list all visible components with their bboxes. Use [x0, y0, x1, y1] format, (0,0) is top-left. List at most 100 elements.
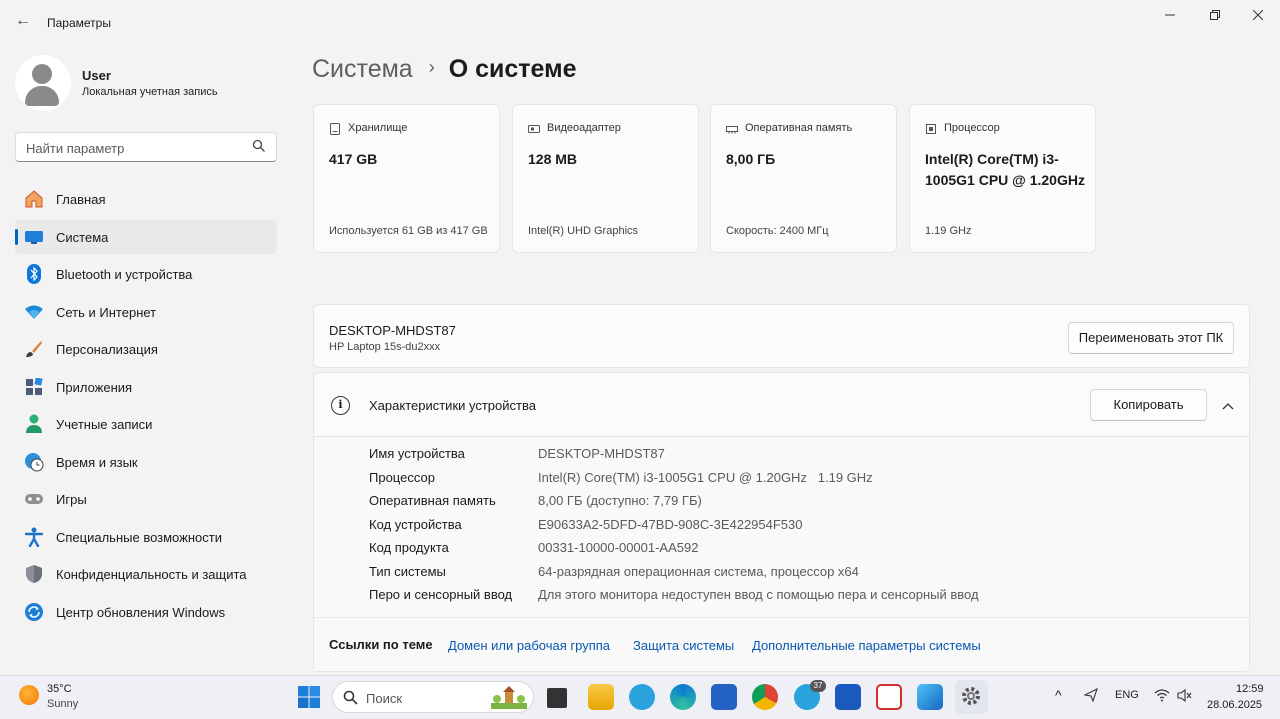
shield-icon	[24, 564, 44, 584]
title-bar: ← Параметры	[0, 0, 1280, 44]
card-value: 128 MB	[528, 151, 578, 167]
apps-icon	[24, 377, 44, 397]
sidebar-item-privacy[interactable]: Конфиденциальность и защита	[15, 557, 277, 591]
wifi-icon	[24, 302, 44, 322]
account-icon	[24, 414, 44, 434]
accessibility-icon	[24, 527, 44, 547]
back-arrow-icon[interactable]: ←	[14, 12, 32, 30]
card-title: Оперативная память	[745, 122, 853, 134]
breadcrumb: Система › О системе	[312, 55, 576, 89]
edge-icon[interactable]	[670, 684, 696, 710]
card-title: Видеоадаптер	[547, 122, 621, 134]
spec-label: Код продукта	[369, 540, 449, 555]
sidebar-item-accounts[interactable]: Учетные записи	[15, 407, 277, 441]
bluetooth-icon	[24, 264, 44, 284]
search-icon	[343, 690, 358, 705]
storage-icon	[330, 123, 340, 135]
weather-condition[interactable]: Sunny	[47, 698, 78, 710]
sidebar-item-network[interactable]: Сеть и Интернет	[15, 295, 277, 329]
card-subtitle: Скорость: 2400 МГц	[726, 225, 829, 237]
pdf-reader-icon[interactable]	[876, 684, 902, 710]
breadcrumb-parent[interactable]: Система	[312, 55, 413, 83]
device-specs-panel: i Характеристики устройства Копировать И…	[313, 372, 1250, 672]
sidebar-item-label: Приложения	[56, 379, 133, 395]
chevron-up-icon[interactable]: ^	[1055, 687, 1062, 703]
card-subtitle: Используется 61 GB из 417 GB	[329, 225, 488, 237]
photos-icon[interactable]	[917, 684, 943, 710]
sidebar-item-label: Персонализация	[56, 342, 158, 357]
sidebar-item-system[interactable]: Система	[15, 219, 277, 254]
sidebar-item-label: Центр обновления Windows	[56, 604, 226, 620]
globe-clock-icon	[24, 452, 44, 472]
word-icon[interactable]	[835, 684, 861, 710]
device-model: HP Laptop 15s-du2xxx	[329, 341, 441, 353]
spec-value: Для этого монитора недоступен ввод с пом…	[538, 587, 979, 602]
copy-button[interactable]: Копировать	[1090, 389, 1207, 421]
sidebar-item-label: Время и язык	[56, 454, 138, 470]
gear-icon	[962, 687, 980, 705]
user-name: User	[82, 68, 111, 83]
device-specs-title: Характеристики устройства	[369, 398, 536, 413]
spec-label: Оперативная память	[369, 493, 496, 508]
sidebar-item-time-language[interactable]: Время и язык	[15, 445, 277, 479]
gpu-card[interactable]: Видеоадаптер 128 MB Intel(R) UHD Graphic…	[512, 104, 699, 253]
spec-value: 00331-10000-00001-AA592	[538, 540, 699, 555]
restore-icon	[1210, 10, 1220, 20]
app-title: Параметры	[47, 16, 111, 30]
sidebar-item-label: Игры	[56, 492, 87, 507]
rename-pc-button[interactable]: Переименовать этот ПК	[1068, 322, 1234, 354]
wifi-icon[interactable]	[1154, 689, 1170, 702]
file-explorer-icon[interactable]	[588, 684, 614, 710]
sun-icon[interactable]	[19, 685, 39, 705]
gamepad-icon	[24, 489, 44, 509]
sidebar-item-label: Учетные записи	[56, 417, 153, 432]
monitor-icon	[24, 227, 44, 247]
clock-date[interactable]: 28.06.2025	[1207, 699, 1262, 711]
settings-taskbar-button[interactable]	[955, 680, 988, 714]
sidebar-item-gaming[interactable]: Игры	[15, 482, 277, 516]
update-icon	[24, 602, 44, 622]
store-icon[interactable]	[711, 684, 737, 710]
maximize-button[interactable]	[1200, 6, 1230, 26]
location-icon[interactable]	[1084, 688, 1098, 702]
chevron-up-icon[interactable]	[1218, 395, 1238, 415]
taskbar: 35°C Sunny Поиск 37 ^ ENG 12:59 28.06.20…	[0, 675, 1280, 719]
spec-value: E90633A2-5DFD-47BD-908C-3E422954F530	[538, 517, 803, 532]
sidebar-item-bluetooth[interactable]: Bluetooth и устройства	[15, 257, 277, 291]
device-name-panel: DESKTOP-MHDST87 HP Laptop 15s-du2xxx Пер…	[313, 304, 1250, 368]
close-icon	[1252, 9, 1264, 21]
minimize-button[interactable]	[1155, 6, 1185, 26]
search-input[interactable]: Найти параметр	[15, 132, 277, 162]
cpu-card[interactable]: Процессор Intel(R) Core(TM) i3-1005G1 CP…	[909, 104, 1096, 253]
notification-badge: 37	[810, 680, 826, 692]
link-system-protection[interactable]: Защита системы	[633, 638, 734, 653]
sidebar-item-label: Специальные возможности	[56, 529, 222, 545]
link-advanced-system-settings[interactable]: Дополнительные параметры системы	[752, 638, 981, 653]
search-icon	[252, 139, 265, 152]
user-profile[interactable]: User Локальная учетная запись	[15, 55, 275, 111]
device-specs-header[interactable]: i Характеристики устройства Копировать	[314, 373, 1249, 437]
sidebar-item-windows-update[interactable]: Центр обновления Windows	[15, 595, 277, 629]
telegram-icon[interactable]	[629, 684, 655, 710]
ram-card[interactable]: Оперативная память 8,00 ГБ Скорость: 240…	[710, 104, 897, 253]
weather-temperature[interactable]: 35°C	[47, 683, 72, 695]
sidebar-item-apps[interactable]: Приложения	[15, 370, 277, 404]
taskbar-search[interactable]: Поиск	[332, 681, 534, 713]
language-indicator[interactable]: ENG	[1115, 689, 1139, 701]
related-links: Ссылки по теме Домен или рабочая группа …	[314, 617, 1249, 671]
link-domain-workgroup[interactable]: Домен или рабочая группа	[448, 638, 610, 653]
card-subtitle: 1.19 GHz	[925, 225, 972, 237]
chrome-icon[interactable]	[752, 684, 778, 710]
speaker-muted-icon[interactable]	[1177, 689, 1193, 702]
avatar	[15, 55, 71, 111]
task-view-icon[interactable]	[547, 688, 567, 708]
start-button[interactable]	[296, 684, 322, 710]
device-name: DESKTOP-MHDST87	[329, 323, 456, 338]
clock-time[interactable]: 12:59	[1236, 683, 1264, 695]
close-button[interactable]	[1243, 6, 1273, 26]
sidebar-item-home[interactable]: Главная	[15, 182, 277, 216]
sidebar-item-personalization[interactable]: Персонализация	[15, 332, 277, 366]
spec-label: Перо и сенсорный ввод	[369, 587, 513, 602]
sidebar-item-accessibility[interactable]: Специальные возможности	[15, 520, 277, 554]
storage-card[interactable]: Хранилище 417 GB Используется 61 GB из 4…	[313, 104, 500, 253]
